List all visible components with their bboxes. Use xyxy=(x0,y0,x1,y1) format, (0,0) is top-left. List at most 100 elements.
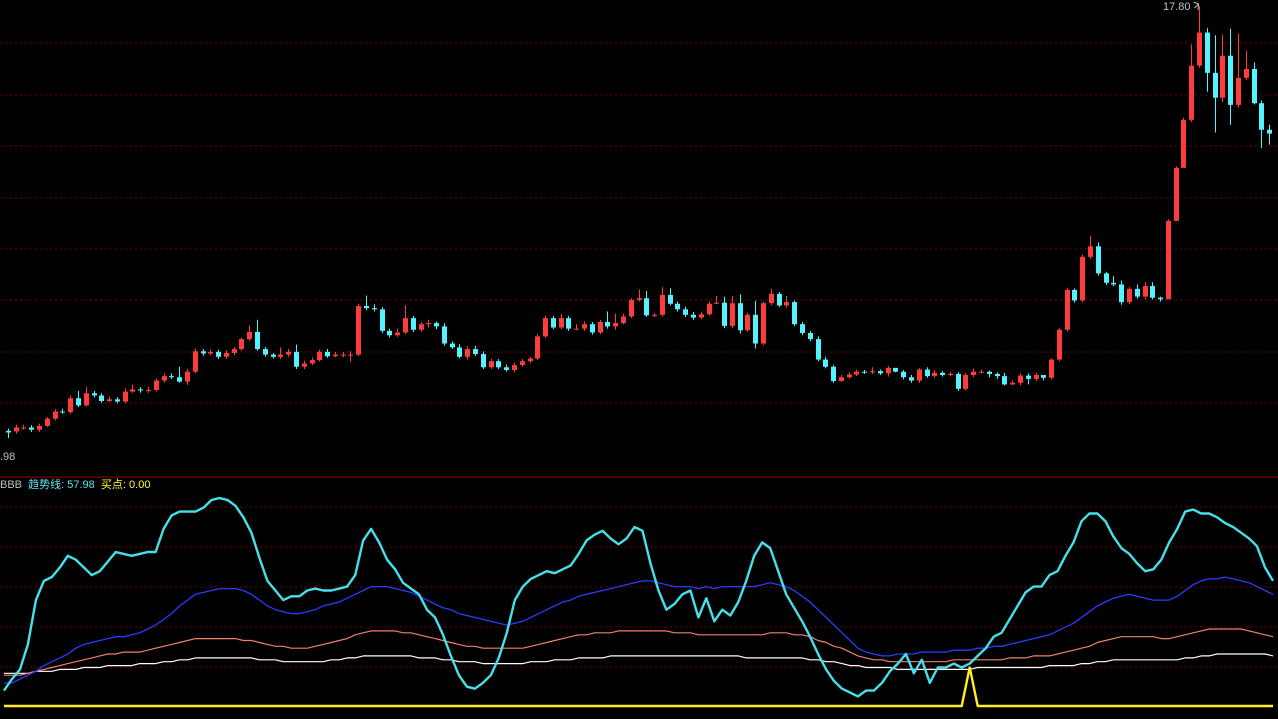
candle-134 xyxy=(1049,358,1054,380)
candle-129 xyxy=(1010,380,1015,385)
candle-81 xyxy=(637,289,642,302)
candle-157 xyxy=(1228,28,1233,125)
candle-body-6 xyxy=(53,411,58,419)
candle-96 xyxy=(753,300,758,349)
candle-49 xyxy=(387,328,392,338)
candle-body-1 xyxy=(14,427,19,432)
candle-84 xyxy=(660,287,665,317)
candle-body-161 xyxy=(1259,103,1264,130)
candle-13 xyxy=(107,396,112,403)
candle-body-154 xyxy=(1205,32,1210,73)
candle-74 xyxy=(582,321,587,331)
candle-51 xyxy=(403,305,408,335)
candle-body-149 xyxy=(1166,220,1171,300)
candle-27 xyxy=(216,349,221,360)
candle-body-48 xyxy=(380,309,385,331)
candle-body-43 xyxy=(341,354,346,356)
candle-25 xyxy=(201,349,206,356)
candle-body-133 xyxy=(1041,375,1046,378)
candle-120 xyxy=(940,371,945,377)
candle-body-151 xyxy=(1181,119,1186,168)
candle-body-150 xyxy=(1174,167,1179,221)
candle-body-72 xyxy=(566,318,571,329)
candle-body-89 xyxy=(699,314,704,318)
candle-110 xyxy=(862,370,867,374)
candle-57 xyxy=(450,341,455,350)
candle-144 xyxy=(1127,287,1132,305)
candle-body-97 xyxy=(761,303,766,344)
candle-body-15 xyxy=(123,391,128,402)
candle-body-25 xyxy=(201,351,206,354)
candle-body-122 xyxy=(956,373,961,389)
candle-133 xyxy=(1041,375,1046,381)
candle-body-108 xyxy=(847,374,852,378)
candle-140 xyxy=(1096,242,1101,276)
candlesticks xyxy=(6,1,1272,438)
candle-14 xyxy=(115,397,120,404)
candle-body-118 xyxy=(925,369,930,377)
trend-line-value: 57.98 xyxy=(67,479,95,491)
candle-86 xyxy=(675,301,680,312)
candle-151 xyxy=(1181,117,1186,168)
candle-body-155 xyxy=(1213,72,1218,98)
candle-142 xyxy=(1111,276,1116,287)
candle-body-131 xyxy=(1026,375,1031,379)
candle-body-14 xyxy=(115,399,120,402)
candle-32 xyxy=(255,319,260,351)
candle-15 xyxy=(123,388,128,404)
candle-67 xyxy=(528,356,533,363)
candle-body-30 xyxy=(239,339,244,350)
candle-body-20 xyxy=(162,376,167,381)
candle-body-29 xyxy=(232,349,237,353)
candle-body-65 xyxy=(512,365,517,371)
candle-body-73 xyxy=(574,328,579,330)
candle-body-94 xyxy=(738,303,743,331)
candle-body-109 xyxy=(854,371,859,375)
candle-63 xyxy=(496,359,501,369)
candle-body-132 xyxy=(1034,375,1039,379)
candle-109 xyxy=(854,369,859,377)
candle-body-31 xyxy=(247,331,252,340)
candle-body-144 xyxy=(1127,288,1132,303)
grid-lines xyxy=(0,42,1278,668)
candle-body-135 xyxy=(1057,329,1062,360)
candle-body-2 xyxy=(21,427,26,429)
candle-146 xyxy=(1143,282,1148,300)
candle-body-62 xyxy=(489,361,494,368)
candle-body-10 xyxy=(84,393,89,406)
candle-98 xyxy=(769,288,774,306)
candle-body-24 xyxy=(193,351,198,372)
candle-body-87 xyxy=(683,309,688,315)
candle-26 xyxy=(208,349,213,356)
indicator-lines xyxy=(3,496,1275,708)
candle-body-116 xyxy=(909,377,914,381)
candle-body-130 xyxy=(1018,375,1023,383)
candle-body-21 xyxy=(169,376,174,378)
candle-158 xyxy=(1236,33,1241,108)
stock-chart xyxy=(0,1,1278,708)
candle-99 xyxy=(777,292,782,308)
candle-body-50 xyxy=(395,332,400,336)
candle-body-136 xyxy=(1065,289,1070,330)
candle-24 xyxy=(193,348,198,374)
candle-body-148 xyxy=(1158,297,1163,300)
candle-body-147 xyxy=(1150,286,1155,298)
candle-35 xyxy=(278,347,283,360)
candle-11 xyxy=(92,391,97,398)
candle-body-99 xyxy=(777,293,782,306)
price-high-label: 17.80 xyxy=(1163,1,1191,13)
candle-106 xyxy=(831,365,836,383)
candle-18 xyxy=(146,387,151,393)
candle-body-42 xyxy=(333,354,338,357)
candle-39 xyxy=(310,357,315,366)
candle-159 xyxy=(1244,50,1249,81)
candle-body-74 xyxy=(582,324,587,329)
candle-33 xyxy=(263,346,268,357)
candle-body-124 xyxy=(971,371,976,376)
candle-132 xyxy=(1034,372,1039,382)
buy-point-value: 0.00 xyxy=(129,479,151,491)
candle-80 xyxy=(629,298,634,319)
candle-53 xyxy=(419,321,424,332)
candle-body-33 xyxy=(263,349,268,355)
candle-body-36 xyxy=(286,351,291,355)
